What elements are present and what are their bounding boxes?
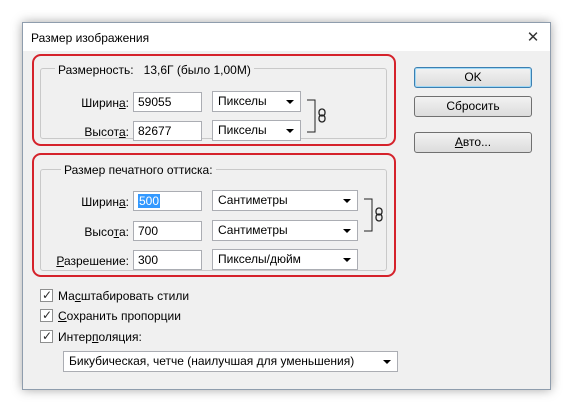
chevron-down-icon bbox=[343, 258, 351, 262]
ok-button[interactable]: OK bbox=[414, 67, 532, 88]
resample-label[interactable]: Интерполяция: bbox=[58, 330, 142, 344]
resample-method-select[interactable]: Бикубическая, четче (наилучшая для умень… bbox=[63, 351, 398, 372]
pixel-height-input[interactable]: 82677 bbox=[133, 121, 202, 141]
scale-styles-label[interactable]: Масштабировать стили bbox=[58, 289, 189, 303]
print-width-input[interactable]: 500 bbox=[133, 191, 202, 211]
constrain-proportions-label[interactable]: Сохранить пропорции bbox=[58, 309, 181, 323]
print-width-label: Ширина: bbox=[81, 195, 129, 209]
auto-button[interactable]: Авто... bbox=[414, 132, 532, 153]
pixel-width-input[interactable]: 59055 bbox=[133, 92, 202, 112]
resolution-unit-select[interactable]: Пикселы/дюйм bbox=[212, 249, 358, 270]
image-size-dialog: Размер изображения ✕ Размерность: 13,6Г (… bbox=[22, 22, 551, 390]
print-height-unit-select[interactable]: Сантиметры bbox=[212, 220, 358, 241]
pixel-height-unit-select[interactable]: Пикселы bbox=[212, 120, 301, 141]
pixel-dimensions-label: Размерность: bbox=[58, 63, 134, 77]
title-bar: Размер изображения ✕ bbox=[23, 23, 550, 51]
chevron-down-icon bbox=[343, 199, 351, 203]
close-icon[interactable]: ✕ bbox=[522, 29, 544, 46]
chain-link-icon[interactable] bbox=[306, 99, 332, 133]
chevron-down-icon bbox=[383, 360, 391, 364]
checkmark-icon: ✓ bbox=[42, 329, 53, 343]
pixel-width-unit-select[interactable]: Пикселы bbox=[212, 91, 301, 112]
resample-checkbox[interactable]: ✓ bbox=[40, 329, 53, 343]
print-width-unit-select[interactable]: Сантиметры bbox=[212, 190, 358, 211]
checkmark-icon: ✓ bbox=[42, 308, 53, 322]
pixel-dimensions-size: 13,6Г (было 1,00М) bbox=[143, 63, 251, 77]
reset-button[interactable]: Сбросить bbox=[414, 96, 532, 117]
resolution-label: Разрешение: bbox=[56, 254, 129, 268]
chain-link-icon[interactable] bbox=[363, 198, 389, 232]
print-size-legend: Размер печатного оттиска: bbox=[61, 163, 216, 177]
print-height-label: Высота: bbox=[84, 225, 129, 239]
pixel-dimensions-legend: Размерность: 13,6Г (было 1,00М) bbox=[55, 63, 254, 77]
constrain-proportions-checkbox[interactable]: ✓ bbox=[40, 308, 53, 322]
scale-styles-checkbox[interactable]: ✓ bbox=[40, 288, 53, 302]
pixel-height-label: Высота: bbox=[84, 125, 129, 139]
chevron-down-icon bbox=[343, 229, 351, 233]
checkmark-icon: ✓ bbox=[42, 288, 53, 302]
pixel-width-label: Ширина: bbox=[81, 96, 129, 110]
window-title: Размер изображения bbox=[31, 31, 150, 45]
chevron-down-icon bbox=[286, 129, 294, 133]
chevron-down-icon bbox=[286, 100, 294, 104]
print-width-value: 500 bbox=[138, 194, 161, 208]
resolution-input[interactable]: 300 bbox=[133, 250, 202, 270]
print-height-input[interactable]: 700 bbox=[133, 221, 202, 241]
